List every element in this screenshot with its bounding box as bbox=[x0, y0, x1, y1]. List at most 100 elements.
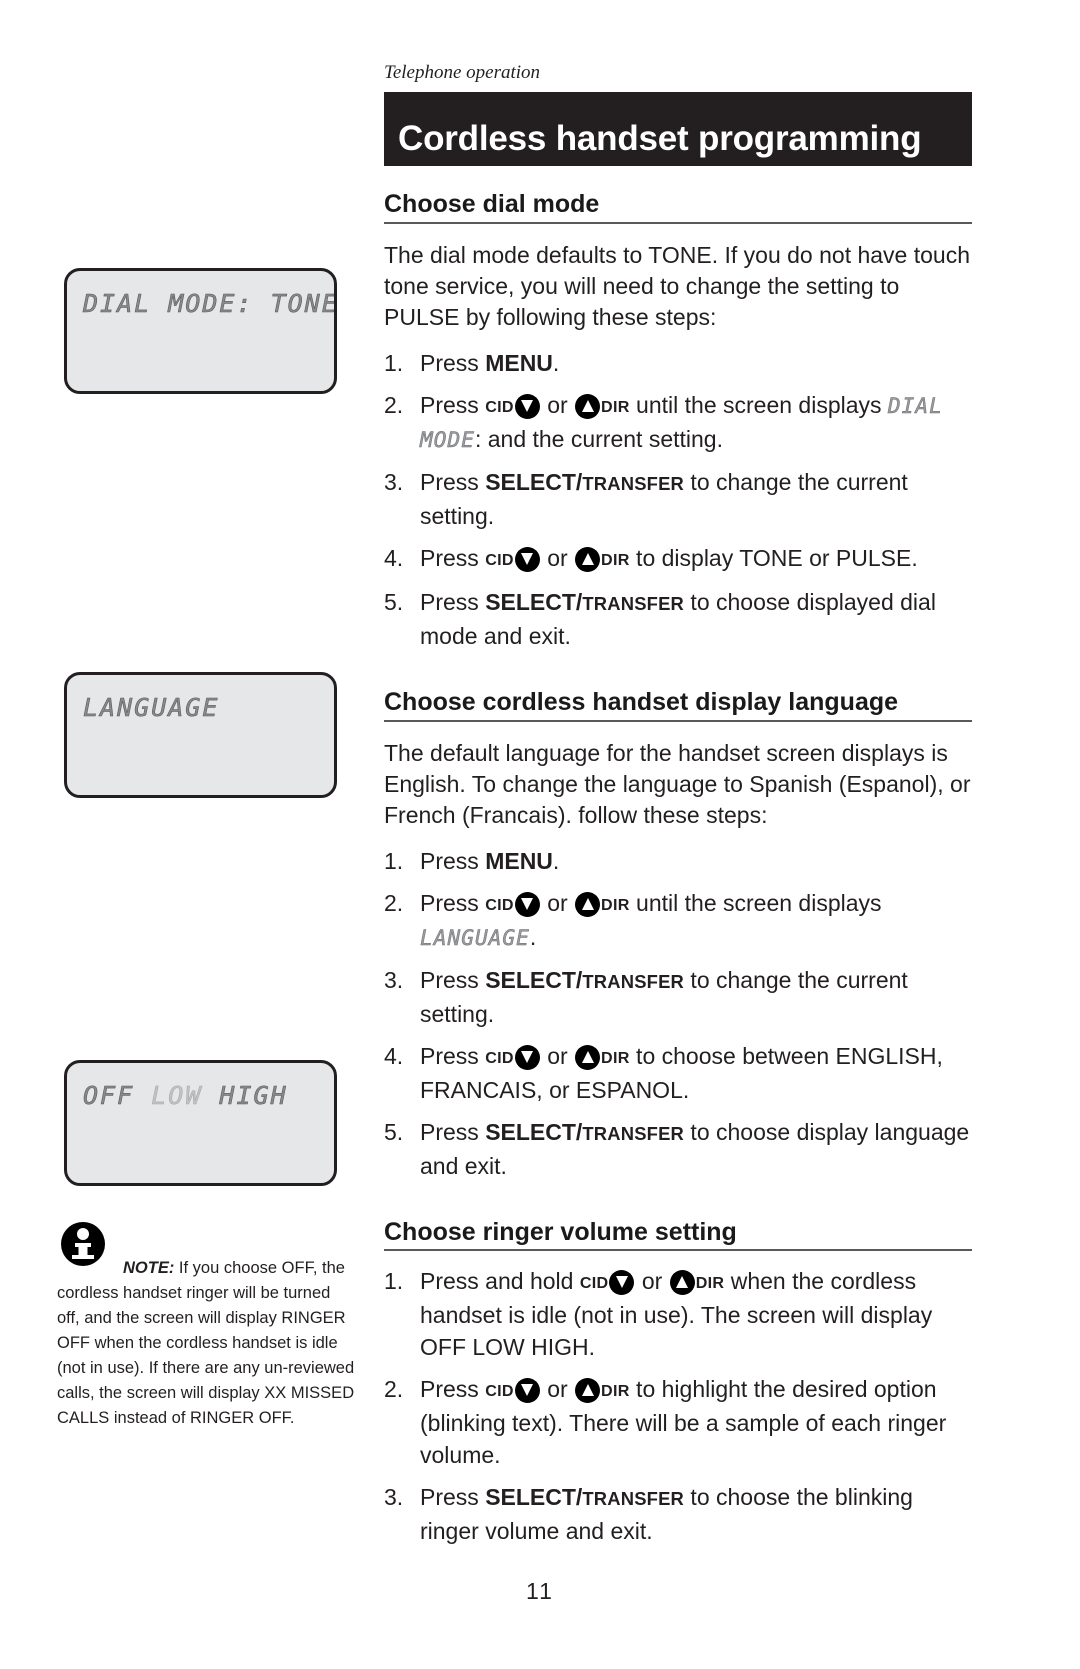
step-number: 2. bbox=[384, 889, 404, 916]
step-text-pre: Press bbox=[420, 588, 486, 615]
lcd-screen-language: LANGUAGE bbox=[64, 672, 337, 798]
step-number: 5. bbox=[384, 1118, 404, 1145]
step-text-pre: Press bbox=[420, 1118, 486, 1145]
step-text-pre: Press and hold bbox=[420, 1268, 580, 1295]
step-text-mid: or bbox=[540, 544, 575, 571]
key-transfer: TRANSFER bbox=[582, 1488, 685, 1510]
step-number: 2. bbox=[384, 1376, 404, 1403]
step-number: 2. bbox=[384, 391, 404, 418]
step-text-pre: Press bbox=[420, 1042, 486, 1069]
lcd-ringer-low-blinking: LOW bbox=[151, 1081, 203, 1111]
list-item: 5. Press SELECT/TRANSFER to choose displa… bbox=[384, 586, 972, 652]
list-item: 3. Press SELECT/TRANSFER to change the cu… bbox=[384, 466, 972, 532]
key-label-cid: CID bbox=[579, 1274, 609, 1293]
key-transfer: TRANSFER bbox=[582, 970, 685, 992]
section-heading-ringer-volume: Choose ringer volume setting bbox=[384, 1218, 972, 1252]
key-label-dir: DIR bbox=[601, 550, 630, 569]
key-label-dir: DIR bbox=[601, 895, 630, 914]
steps-list-dial-mode: 1. Press MENU. 2. Press CID or DIR until t… bbox=[384, 347, 972, 652]
section-intro-display-language: The default language for the handset scr… bbox=[384, 739, 971, 828]
page-title: Cordless handset programming bbox=[398, 119, 922, 158]
key-select: SELECT/ bbox=[485, 468, 583, 495]
key-label-cid: CID bbox=[485, 550, 514, 569]
step-number: 1. bbox=[384, 847, 404, 874]
down-arrow-icon bbox=[514, 546, 540, 572]
section-heading-dial-mode: Choose dial mode bbox=[384, 190, 972, 224]
step-text-mid: or bbox=[540, 1376, 575, 1403]
up-arrow-icon bbox=[575, 891, 601, 917]
steps-list-display-language: 1. Press MENU. 2. Press CID or DIR until t… bbox=[384, 845, 972, 1182]
step-text-pre: Press bbox=[420, 847, 486, 874]
key-select: SELECT/ bbox=[485, 1484, 583, 1511]
list-item: 4. Press CID or DIR to choose between ENG… bbox=[384, 1040, 972, 1106]
note-label: NOTE: bbox=[123, 1259, 175, 1277]
key-transfer: TRANSFER bbox=[582, 472, 685, 494]
step-text-post: to display TONE or PULSE. bbox=[629, 544, 918, 571]
info-icon bbox=[61, 1222, 105, 1266]
key-transfer: TRANSFER bbox=[582, 1122, 685, 1144]
up-arrow-icon bbox=[575, 1044, 601, 1070]
list-item: 2. Press CID or DIR until the screen disp… bbox=[384, 887, 972, 954]
key-label-dir: DIR bbox=[601, 1048, 630, 1067]
main-content-column: Telephone operation Cordless handset pro… bbox=[384, 0, 972, 1557]
up-arrow-icon bbox=[575, 546, 601, 572]
step-text-tail: . bbox=[529, 923, 537, 950]
key-label-cid: CID bbox=[485, 397, 514, 416]
step-text-pre: Press bbox=[420, 1484, 486, 1511]
step-text-pre: Press bbox=[420, 966, 486, 993]
page-title-bar: Cordless handset programming bbox=[384, 92, 972, 166]
step-text-post: . bbox=[552, 847, 560, 874]
up-arrow-icon bbox=[575, 1378, 601, 1404]
key-transfer: TRANSFER bbox=[582, 592, 685, 614]
list-item: 1. Press MENU. bbox=[384, 845, 972, 877]
key-label-dir: DIR bbox=[695, 1274, 725, 1293]
list-item: 2. Press CID or DIR to highlight the desi… bbox=[384, 1373, 972, 1471]
step-number: 1. bbox=[384, 349, 404, 376]
step-text-mid: or bbox=[635, 1268, 669, 1295]
step-text-post: . bbox=[552, 349, 560, 376]
step-text-pre: Press bbox=[420, 349, 486, 376]
lcd-screen-dial-mode: DIAL MODE: TONE bbox=[64, 268, 337, 394]
note-text: NOTE: If you choose OFF, the cordless ha… bbox=[57, 1256, 357, 1431]
key-label-cid: CID bbox=[485, 1048, 514, 1067]
key-label-cid: CID bbox=[485, 1382, 514, 1401]
lcd-ringer-off: OFF bbox=[83, 1081, 152, 1111]
key-menu: MENU bbox=[485, 847, 553, 874]
list-item: 5. Press SELECT/TRANSFER to choose displa… bbox=[384, 1116, 972, 1182]
step-number: 5. bbox=[384, 588, 404, 615]
down-arrow-icon bbox=[514, 1378, 540, 1404]
down-arrow-icon bbox=[609, 1270, 635, 1296]
list-item: 2. Press CID or DIR until the screen disp… bbox=[384, 389, 972, 456]
up-arrow-icon bbox=[575, 393, 601, 419]
step-text-pre: Press bbox=[420, 1376, 486, 1403]
lcd-text-dial-mode: DIAL MODE: TONE bbox=[83, 289, 337, 319]
key-label-cid: CID bbox=[485, 895, 514, 914]
step-number: 4. bbox=[384, 1042, 404, 1069]
lcd-text-ringer-volume: OFF LOW HIGH bbox=[83, 1081, 288, 1111]
key-label-dir: DIR bbox=[601, 1382, 630, 1401]
step-number: 1. bbox=[384, 1268, 404, 1295]
step-text-post: until the screen displays bbox=[629, 889, 882, 916]
note-body: If you choose OFF, the cordless handset … bbox=[57, 1259, 355, 1427]
step-text-mid: or bbox=[540, 1042, 575, 1069]
list-item: 4. Press CID or DIR to display TONE or PU… bbox=[384, 542, 972, 576]
list-item: 1. Press and hold CID or DIR when the cor… bbox=[384, 1265, 972, 1363]
lcd-inline-language: LANGUAGE bbox=[420, 924, 530, 950]
steps-list-ringer-volume: 1. Press and hold CID or DIR when the cor… bbox=[384, 1265, 972, 1547]
list-item: 3. Press SELECT/TRANSFER to choose the bl… bbox=[384, 1481, 972, 1547]
up-arrow-icon bbox=[669, 1270, 695, 1296]
step-text-pre: Press bbox=[420, 889, 486, 916]
step-text-mid: or bbox=[540, 391, 575, 418]
key-select: SELECT/ bbox=[485, 966, 583, 993]
step-text-pre: Press bbox=[420, 544, 486, 571]
step-text-post: until the screen displays bbox=[629, 391, 888, 418]
note-block: NOTE: If you choose OFF, the cordless ha… bbox=[57, 1222, 357, 1431]
running-head: Telephone operation bbox=[384, 62, 541, 83]
down-arrow-icon bbox=[514, 891, 540, 917]
step-number: 3. bbox=[384, 966, 404, 993]
step-number: 4. bbox=[384, 544, 404, 571]
list-item: 1. Press MENU. bbox=[384, 347, 972, 379]
key-select: SELECT/ bbox=[485, 588, 583, 615]
left-illustration-gutter: DIAL MODE: TONE LANGUAGE OFF LOW HIGH NO… bbox=[0, 0, 380, 1669]
down-arrow-icon bbox=[514, 1044, 540, 1070]
